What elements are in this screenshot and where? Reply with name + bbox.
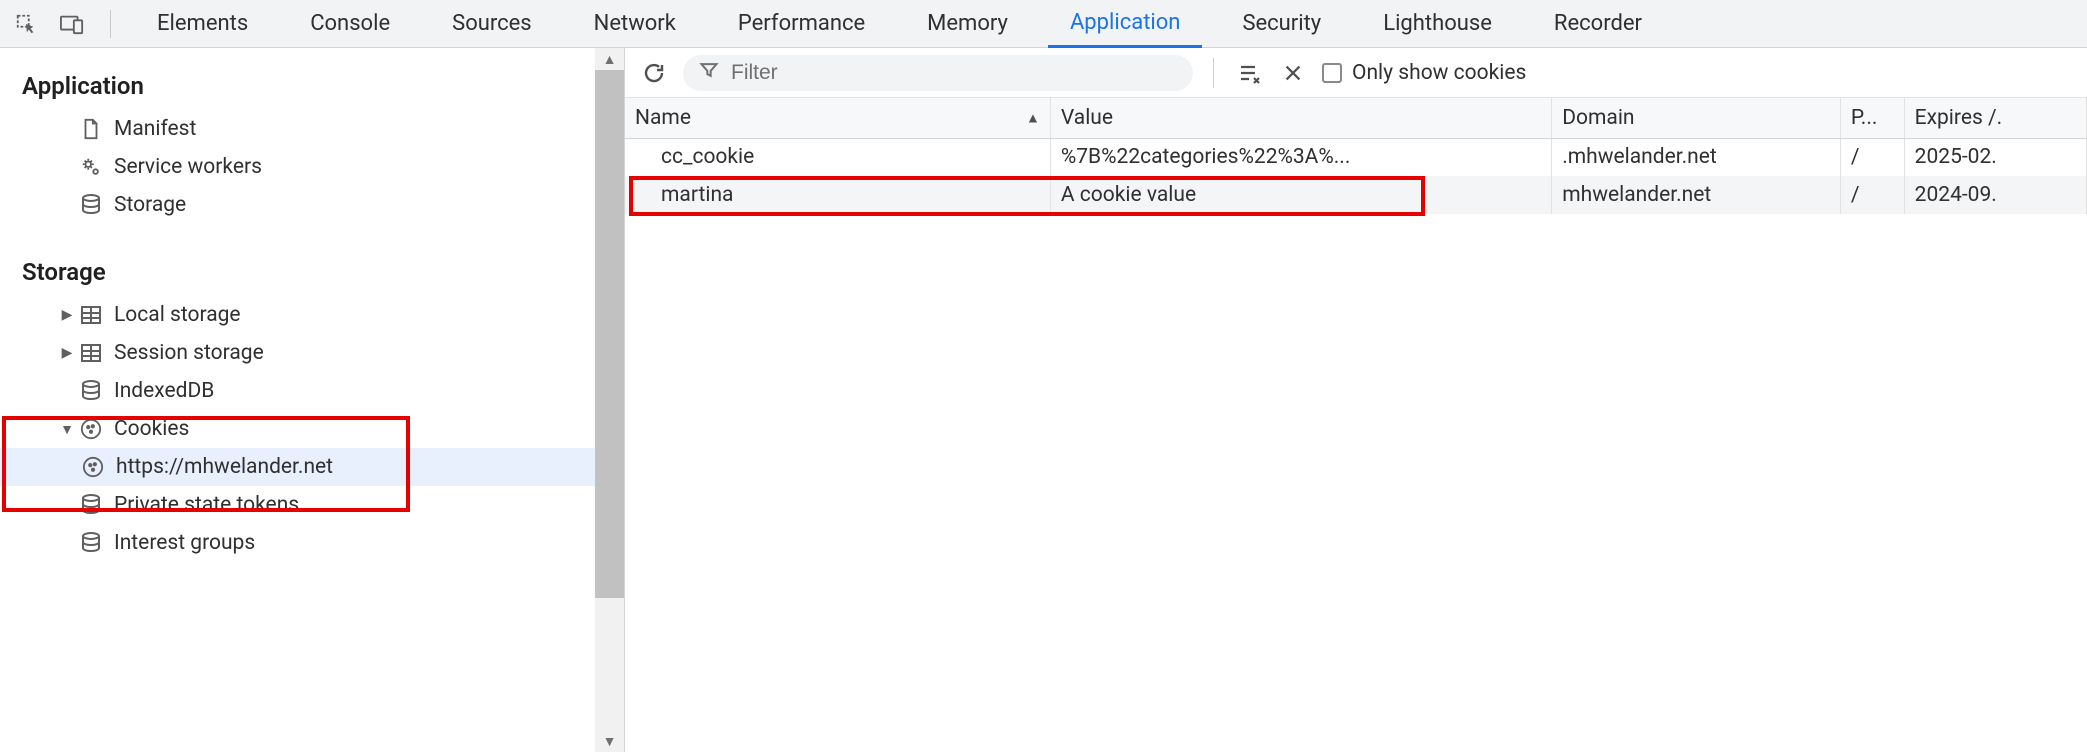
sidebar-item-manifest[interactable]: Manifest <box>0 110 596 148</box>
gears-icon <box>78 156 104 178</box>
tab-separator <box>110 10 111 38</box>
database-icon <box>78 194 104 216</box>
table-grid-icon <box>78 344 104 362</box>
sidebar-item-service-workers[interactable]: Service workers <box>0 148 596 186</box>
chevron-right-icon: ▶ <box>58 345 76 361</box>
col-header-expires[interactable]: Expires /. <box>1904 98 2086 138</box>
scroll-down-icon[interactable]: ▼ <box>595 730 624 752</box>
tab-application[interactable]: Application <box>1048 1 1202 48</box>
tab-network[interactable]: Network <box>572 0 698 47</box>
tab-sources[interactable]: Sources <box>430 0 554 47</box>
checkbox-icon[interactable] <box>1322 63 1342 83</box>
devtools-tab-strip: Elements Console Sources Network Perform… <box>0 0 2087 48</box>
document-icon <box>78 118 104 140</box>
cookies-table[interactable]: Name ▲ Value Domain P... Expires /. cc_c… <box>625 98 2087 214</box>
tab-performance[interactable]: Performance <box>716 0 887 47</box>
col-header-name[interactable]: Name ▲ <box>625 98 1050 138</box>
chevron-right-icon: ▶ <box>58 307 76 323</box>
delete-selected-button[interactable] <box>1278 58 1308 88</box>
cookies-table-wrap: Name ▲ Value Domain P... Expires /. cc_c… <box>625 98 2087 752</box>
tab-lighthouse[interactable]: Lighthouse <box>1361 0 1514 47</box>
tab-console[interactable]: Console <box>288 0 412 47</box>
tab-memory[interactable]: Memory <box>905 0 1030 47</box>
tab-recorder[interactable]: Recorder <box>1532 0 1664 47</box>
sidebar-item-session-storage[interactable]: ▶ Session storage <box>0 334 596 372</box>
refresh-button[interactable] <box>639 58 669 88</box>
database-icon <box>78 494 104 516</box>
sort-asc-icon: ▲ <box>1026 109 1040 126</box>
sidebar-item-storage[interactable]: Storage <box>0 186 596 224</box>
inspect-element-icon[interactable] <box>12 10 40 38</box>
cookies-toolbar: Only show cookies <box>625 48 2087 98</box>
scrollbar-thumb[interactable] <box>595 70 624 598</box>
sidebar-item-cookie-origin[interactable]: https://mhwelander.net <box>0 448 596 486</box>
toolbar-separator <box>1213 58 1214 88</box>
scroll-up-icon[interactable]: ▲ <box>595 48 624 70</box>
cookie-icon <box>78 418 104 440</box>
filter-box[interactable] <box>683 55 1193 91</box>
filter-icon <box>699 60 719 86</box>
tab-security[interactable]: Security <box>1220 0 1343 47</box>
database-icon <box>78 380 104 402</box>
application-sidebar: Application Manifest Ser <box>0 48 596 752</box>
clear-all-button[interactable] <box>1234 58 1264 88</box>
device-toolbar-icon[interactable] <box>58 10 86 38</box>
table-row[interactable]: martina A cookie value mhwelander.net / … <box>625 176 2087 214</box>
table-grid-icon <box>78 306 104 324</box>
sidebar-heading-application: Application <box>0 60 596 110</box>
only-show-cookies-checkbox[interactable]: Only show cookies <box>1322 61 1526 85</box>
sidebar-item-interest-groups[interactable]: Interest groups <box>0 524 596 562</box>
col-header-domain[interactable]: Domain <box>1552 98 1841 138</box>
sidebar-item-indexeddb[interactable]: IndexedDB <box>0 372 596 410</box>
chevron-down-icon: ▼ <box>58 421 76 438</box>
col-header-path[interactable]: P... <box>1840 98 1904 138</box>
sidebar-scrollbar[interactable]: ▲ ▼ <box>595 48 624 752</box>
sidebar-item-private-state-tokens[interactable]: Private state tokens <box>0 486 596 524</box>
table-row[interactable]: cc_cookie %7B%22categories%22%3A%... .mh… <box>625 138 2087 176</box>
cookie-icon <box>80 456 106 478</box>
only-show-cookies-label: Only show cookies <box>1352 61 1526 85</box>
col-header-value[interactable]: Value <box>1050 98 1551 138</box>
sidebar-item-local-storage[interactable]: ▶ Local storage <box>0 296 596 334</box>
tab-elements[interactable]: Elements <box>135 0 270 47</box>
database-icon <box>78 532 104 554</box>
sidebar-heading-storage: Storage <box>0 246 596 296</box>
filter-input[interactable] <box>731 61 1177 85</box>
sidebar-item-cookies[interactable]: ▼ Cookies <box>0 410 596 448</box>
